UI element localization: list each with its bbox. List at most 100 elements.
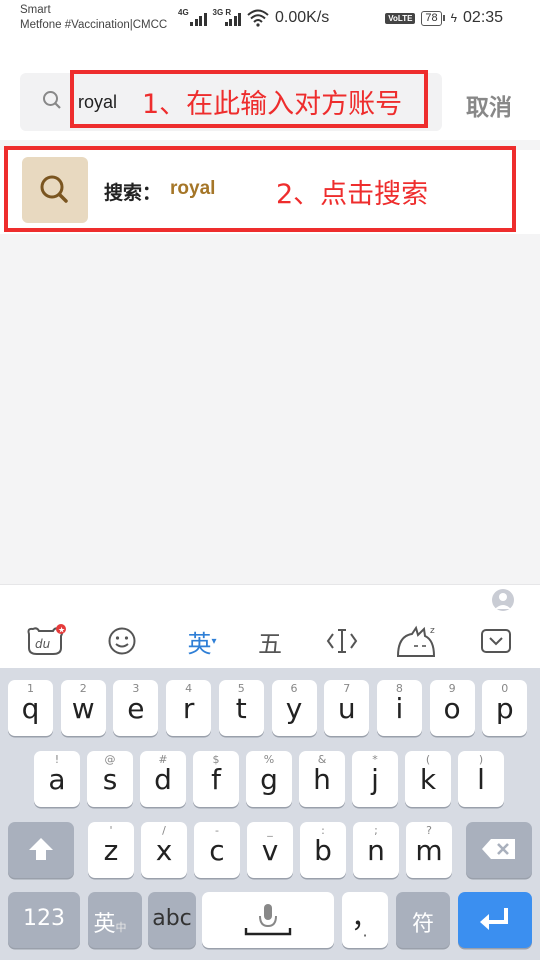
key-f[interactable]: $ f [193,751,239,807]
numbers-key-label: 123 [23,906,65,931]
carrier-line-2: Metfone #Vaccination|CMCC [20,19,168,31]
key-s[interactable]: @ s [87,751,133,807]
network-speed: 0.00K/s [275,9,330,26]
cancel-button[interactable]: 取消 [466,88,512,122]
key-q-label: q [21,692,40,725]
space-key[interactable] [202,892,334,948]
enter-key[interactable] [458,892,532,948]
backspace-key[interactable] [466,822,532,878]
key-a-label: a [48,763,66,796]
wubi-label: 五 [258,629,282,658]
key-d[interactable]: # d [140,751,186,807]
cursor-move-icon[interactable] [324,622,360,660]
signal-icon-1: 4G [178,8,207,26]
key-w[interactable]: 2w [60,680,106,736]
keyboard-top-strip [0,584,540,615]
svg-text:du: du [35,637,51,651]
key-l[interactable]: ) l [458,751,504,807]
key-z[interactable]: ' z [88,822,134,878]
abc-key-label: abc [152,906,192,931]
language-switch-button[interactable]: 英 ▾ [180,622,224,660]
abc-key[interactable]: abc [148,892,196,948]
language-key[interactable]: 英中 [88,892,142,948]
emoji-icon[interactable] [104,622,140,660]
du-logo-icon[interactable]: du ★ [22,622,68,660]
key-h-label: h [313,763,331,796]
key-r[interactable]: 4r [166,680,212,736]
key-k-label: k [419,763,437,796]
network-type-1: 4G [178,8,189,17]
key-m-label: m [415,834,443,867]
carrier-line-1: Smart [20,4,51,16]
key-v-label: v [261,834,279,867]
shift-key[interactable] [8,822,74,878]
annotation-box-2 [4,146,516,232]
key-y-label: y [285,692,303,725]
search-icon [43,91,61,109]
wubi-button[interactable]: 五 [254,622,286,660]
key-j-label: j [371,763,379,796]
enter-icon [480,908,508,930]
key-e[interactable]: 3e [113,680,159,736]
key-w-label: w [71,692,95,725]
key-s-label: s [102,763,118,796]
key-p-label: p [495,692,514,725]
numbers-key[interactable]: 123 [8,892,80,948]
key-c[interactable]: -c [194,822,240,878]
key-f-label: f [211,763,221,796]
language-switch-label: 英 [187,629,212,658]
key-t-label: t [235,692,247,725]
signal-icon-2: 3G R [212,8,241,26]
key-p[interactable]: 0p [482,680,528,736]
key-o-label: o [443,692,461,725]
key-u[interactable]: 7u [324,680,370,736]
symbols-key[interactable]: 符 [396,892,450,948]
key-a[interactable]: ! a [34,751,80,807]
charging-icon: ϟ [450,11,458,25]
hide-keyboard-icon[interactable] [478,622,514,660]
svg-text:★: ★ [58,626,65,635]
key-x-label: x [155,834,173,867]
battery-icon: 78 [421,10,445,26]
sleeping-cat-icon[interactable]: z [394,622,440,660]
key-q[interactable]: 1q [8,680,53,736]
wifi-icon [247,9,269,27]
key-o[interactable]: 9o [429,680,475,736]
status-indicators: 4G 3G R 0.00K/s VoLTE 78 ϟ 02:35 [178,6,503,30]
key-v[interactable]: _ v [247,822,293,878]
annotation-step-1: 1、在此输入对方账号 [142,89,403,120]
keyboard-avatar-icon[interactable] [490,587,516,613]
microphone-icon [244,904,292,936]
key-z-label: z [103,834,119,867]
key-l-label: l [477,763,485,796]
key-r-label: r [182,692,195,725]
key-h[interactable]: & h [299,751,345,807]
key-g-label: g [260,763,278,796]
key-m[interactable]: ? m [406,822,452,878]
key-x[interactable]: / x [141,822,187,878]
key-n[interactable]: ; n [353,822,399,878]
key-u-label: u [337,692,356,725]
language-key-sub: 中 [115,921,127,934]
volte-badge: VoLTE [385,12,416,24]
status-bar: Smart Metfone #Vaccination|CMCC 4G 3G R … [0,0,540,40]
key-b-label: b [314,834,332,867]
key-k[interactable]: (k [405,751,451,807]
key-t[interactable]: 5t [218,680,264,736]
key-i-label: i [395,692,404,725]
comma-key[interactable]: ， · [342,892,388,948]
key-d-label: d [154,763,172,796]
language-key-label: 英中 [78,906,142,938]
key-g[interactable]: % g [246,751,292,807]
annotation-step-2: 2、点击搜索 [276,179,429,210]
key-b[interactable]: :b [300,822,346,878]
key-n-label: n [367,834,385,867]
key-y[interactable]: 6y [271,680,317,736]
key-c-label: c [209,834,225,867]
battery-level: 78 [421,10,442,26]
key-j[interactable]: * j [352,751,398,807]
language-key-main: 英 [93,912,116,937]
network-type-2: 3G R [212,8,232,17]
key-i[interactable]: 8i [376,680,422,736]
key-e-label: e [127,692,145,725]
